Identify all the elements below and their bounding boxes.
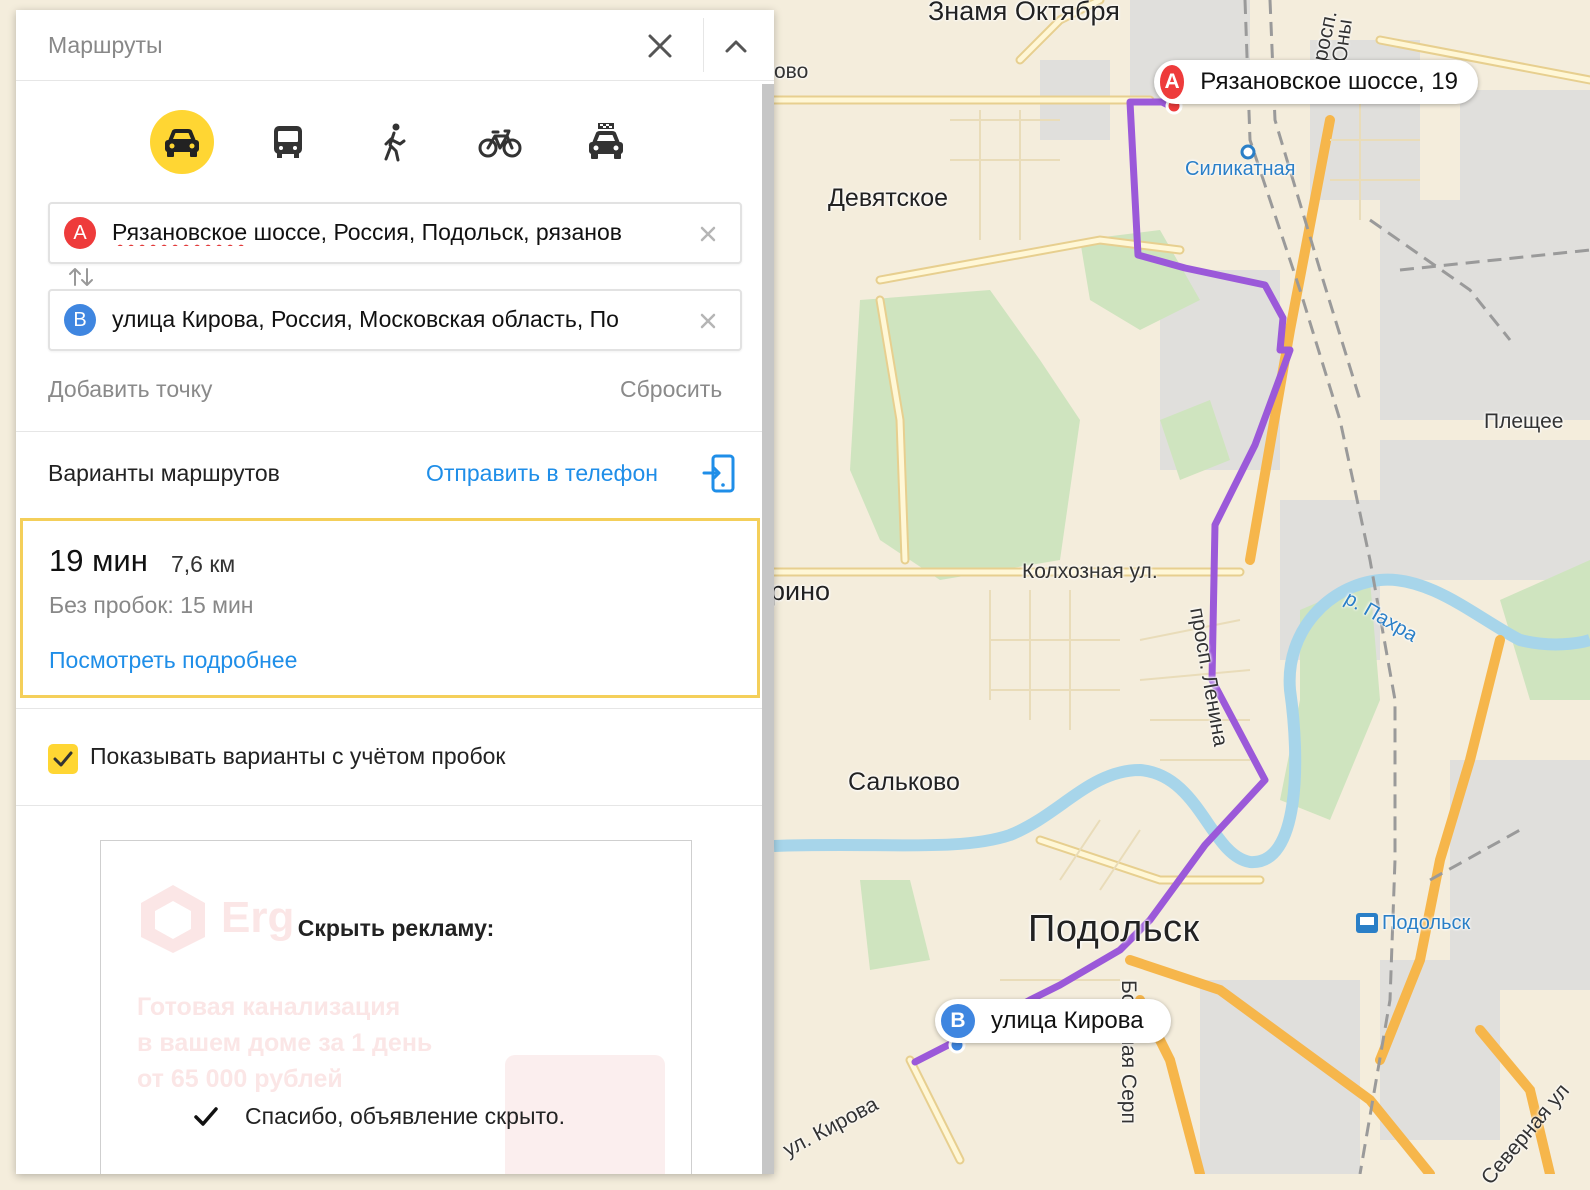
- pin-a-letter: A: [1160, 65, 1185, 99]
- ghost-ad-line: Готовая канализация: [137, 993, 401, 1021]
- divider: [16, 431, 762, 432]
- phone-send-icon: [702, 454, 735, 493]
- swap-icon: [69, 268, 93, 286]
- panel-title: Маршруты: [48, 32, 163, 58]
- traffic-checkbox[interactable]: [48, 744, 78, 774]
- mode-taxi-button[interactable]: [574, 110, 638, 174]
- close-button[interactable]: [640, 26, 680, 66]
- mode-bicycle-button[interactable]: [468, 110, 532, 174]
- map-pin-b-label: улица Кирова: [991, 1007, 1144, 1034]
- clear-icon: [700, 313, 716, 329]
- header-divider: [703, 18, 704, 72]
- point-a-marker: A: [64, 217, 96, 249]
- map-pin-a[interactable]: A Рязановское шоссе, 19: [1154, 60, 1478, 104]
- ghost-ad-line: в вашем доме за 1 день: [137, 1029, 433, 1057]
- ad-hidden-message: Спасибо, объявление скрыто.: [245, 1103, 565, 1129]
- point-b-value[interactable]: улица Кирова, Россия, Московская область…: [112, 306, 677, 333]
- collapse-button[interactable]: [716, 26, 756, 66]
- panel-header: Маршруты: [16, 10, 774, 81]
- ad-check-icon: [193, 1105, 219, 1129]
- map-label-podolsk-station[interactable]: Подольск: [1382, 912, 1470, 935]
- route-option-card[interactable]: 19 мин 7,6 км Без пробок: 15 мин Посмотр…: [20, 518, 760, 698]
- point-a-spellchecked-word: Рязановское: [112, 219, 248, 245]
- route-distance: 7,6 км: [171, 551, 236, 577]
- clear-icon: [700, 226, 716, 242]
- map-pin-b[interactable]: B улица Кирова: [935, 999, 1171, 1043]
- checkmark-icon: [53, 751, 73, 767]
- point-b-clear-button[interactable]: [694, 307, 722, 335]
- route-time: 19 мин: [49, 543, 148, 578]
- ghost-ad-line: от 65 000 рублей: [137, 1065, 343, 1093]
- map-label-pleshe: Плещее: [1484, 410, 1564, 433]
- divider: [16, 805, 762, 806]
- pedestrian-icon: [384, 123, 406, 162]
- reset-link[interactable]: Сбросить: [620, 376, 722, 403]
- mode-car-button[interactable]: [150, 110, 214, 174]
- send-to-phone-link[interactable]: Отправить в телефон: [426, 460, 658, 487]
- map-label-devyatskoe: Девятское: [828, 184, 949, 212]
- map-label-kolkhoznaya: Колхозная ул.: [1022, 560, 1158, 583]
- ad-hide-title: Скрыть рекламу:: [297, 915, 495, 941]
- point-a-field[interactable]: A Рязановское шоссе, Россия, Подольск, р…: [48, 202, 742, 264]
- point-a-clear-button[interactable]: [694, 220, 722, 248]
- divider: [16, 708, 762, 709]
- add-point-link[interactable]: Добавить точку: [48, 376, 212, 403]
- taxi-icon: [589, 123, 623, 159]
- map-pin-a-label: Рязановское шоссе, 19: [1200, 68, 1458, 95]
- mode-walk-button[interactable]: [362, 110, 426, 174]
- bicycle-icon: [478, 129, 522, 158]
- checkmark-icon: [194, 1107, 218, 1126]
- phone-send-button[interactable]: [702, 454, 738, 494]
- mode-bus-button[interactable]: [256, 110, 320, 174]
- pin-b-letter: B: [941, 1004, 975, 1038]
- map-label-salkovo: Сальково: [848, 768, 960, 796]
- map-label-znamya: Знамя Октября: [928, 0, 1120, 26]
- chevron-up-icon: [725, 40, 747, 53]
- panel-scrollbar[interactable]: [762, 84, 774, 1174]
- route-no-traffic-time: Без пробок: 15 мин: [49, 592, 254, 618]
- map-label-silikatnaya[interactable]: Силикатная: [1185, 158, 1296, 181]
- map-label-ovo: ово: [774, 60, 809, 83]
- station-marker: [1240, 144, 1256, 160]
- route-variants-title: Варианты маршрутов: [48, 460, 280, 486]
- swap-points-button[interactable]: [66, 265, 96, 289]
- map-label-podolsk: Подольск: [1028, 908, 1200, 950]
- routes-panel: Маршруты A Рязановское шоссе, Россия, По…: [16, 10, 774, 1174]
- point-b-field[interactable]: B улица Кирова, Россия, Московская облас…: [48, 289, 742, 351]
- ad-block: Erg Готовая канализация в вашем доме за …: [100, 840, 692, 1174]
- point-b-marker: B: [64, 304, 96, 336]
- route-details-link[interactable]: Посмотреть подробнее: [49, 647, 297, 674]
- traffic-checkbox-label[interactable]: Показывать варианты с учётом пробок: [90, 743, 506, 770]
- transport-modes: [16, 110, 762, 174]
- point-a-value[interactable]: Рязановское шоссе, Россия, Подольск, ряз…: [112, 219, 677, 246]
- bus-icon: [274, 126, 302, 158]
- close-icon: [648, 34, 672, 58]
- point-a-rest: шоссе, Россия, Подольск, рязанов: [247, 219, 622, 245]
- car-icon: [165, 129, 199, 157]
